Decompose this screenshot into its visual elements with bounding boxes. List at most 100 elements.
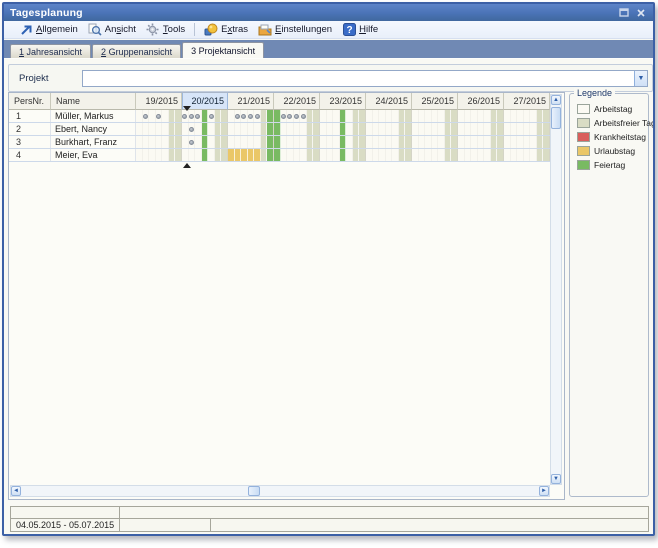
day-cell-work[interactable] <box>366 123 373 135</box>
day-cell-work[interactable] <box>143 123 150 135</box>
day-cell-free[interactable] <box>543 149 549 161</box>
vertical-scroll-thumb[interactable] <box>551 107 561 129</box>
day-cell-work[interactable] <box>287 136 294 148</box>
day-cell-work[interactable] <box>136 136 143 148</box>
menu-item-hilfe[interactable]: ?Hilfe <box>337 22 383 37</box>
day-cell-work[interactable] <box>208 110 215 122</box>
day-cell-free[interactable] <box>221 149 227 161</box>
day-cell-work[interactable] <box>248 123 255 135</box>
day-cell-free[interactable] <box>445 123 452 135</box>
day-cell-work[interactable] <box>189 110 196 122</box>
day-cell-free[interactable] <box>215 136 222 148</box>
day-cell-free[interactable] <box>451 110 457 122</box>
day-cell-free[interactable] <box>175 123 181 135</box>
day-cell-work[interactable] <box>478 123 485 135</box>
day-cell-holiday[interactable] <box>267 149 273 161</box>
day-cell-work[interactable] <box>504 123 511 135</box>
day-cell-free[interactable] <box>175 110 181 122</box>
day-cell-free[interactable] <box>221 123 227 135</box>
titlebar[interactable]: Tagesplanung <box>4 4 653 21</box>
day-cell-free[interactable] <box>451 149 457 161</box>
day-cell-work[interactable] <box>195 123 202 135</box>
day-cell-free[interactable] <box>497 110 503 122</box>
week-header-25-2015[interactable]: 25/2015 <box>412 93 458 110</box>
week-header-19-2015[interactable]: 19/2015 <box>136 93 182 110</box>
day-cell-work[interactable] <box>511 149 518 161</box>
day-cell-work[interactable] <box>248 136 255 148</box>
day-cell-work[interactable] <box>530 123 537 135</box>
project-dropdown-button[interactable]: ▼ <box>634 71 647 86</box>
day-cell-free[interactable] <box>537 136 544 148</box>
day-cell-work[interactable] <box>162 149 169 161</box>
scroll-down-button[interactable]: ▼ <box>551 474 561 484</box>
day-cell-work[interactable] <box>530 110 537 122</box>
table-row[interactable]: 1Müller, Markus <box>9 110 550 123</box>
day-cell-work[interactable] <box>149 149 156 161</box>
week-header-21-2015[interactable]: 21/2015 <box>228 93 274 110</box>
day-cell-free[interactable] <box>353 149 360 161</box>
day-cell-free[interactable] <box>497 123 503 135</box>
week-header-24-2015[interactable]: 24/2015 <box>366 93 412 110</box>
day-cell-work[interactable] <box>419 136 426 148</box>
day-cell-free[interactable] <box>359 136 365 148</box>
day-cell-work[interactable] <box>373 123 380 135</box>
day-cell-work[interactable] <box>412 149 419 161</box>
day-cell-holiday[interactable] <box>340 149 347 161</box>
day-cell-work[interactable] <box>162 123 169 135</box>
scroll-right-button[interactable]: ► <box>539 486 549 496</box>
day-cell-work[interactable] <box>189 136 196 148</box>
day-cell-free[interactable] <box>497 149 503 161</box>
tab-gruppenansicht[interactable]: 2 Gruppenansicht <box>92 44 181 58</box>
horizontal-scrollbar[interactable]: ◄ ► <box>10 485 550 497</box>
day-cell-free[interactable] <box>169 149 176 161</box>
day-cell-work[interactable] <box>333 136 340 148</box>
maximize-button[interactable] <box>618 7 630 18</box>
day-cell-holiday[interactable] <box>267 123 273 135</box>
day-cell-work[interactable] <box>162 110 169 122</box>
menu-item-tools[interactable]: Tools <box>141 22 190 37</box>
day-cell-work[interactable] <box>182 123 189 135</box>
day-cell-work[interactable] <box>438 110 445 122</box>
week-header-26-2015[interactable]: 26/2015 <box>458 93 504 110</box>
day-cell-work[interactable] <box>136 149 143 161</box>
day-cell-work[interactable] <box>136 123 143 135</box>
day-cell-work[interactable] <box>366 149 373 161</box>
day-cell-free[interactable] <box>491 149 498 161</box>
day-cell-work[interactable] <box>511 136 518 148</box>
day-cell-work[interactable] <box>143 136 150 148</box>
day-cell-work[interactable] <box>471 123 478 135</box>
day-cell-free[interactable] <box>445 149 452 161</box>
day-cell-free[interactable] <box>405 136 411 148</box>
table-row[interactable]: 3Burkhart, Franz <box>9 136 550 149</box>
day-cell-work[interactable] <box>195 149 202 161</box>
day-cell-work[interactable] <box>149 123 156 135</box>
vertical-scrollbar[interactable]: ▲ ▼ <box>550 94 562 485</box>
day-cell-work[interactable] <box>458 149 465 161</box>
day-cell-work[interactable] <box>386 136 393 148</box>
table-row[interactable]: 2Ebert, Nancy <box>9 123 550 136</box>
day-cell-work[interactable] <box>458 136 465 148</box>
day-cell-free[interactable] <box>221 136 227 148</box>
day-cell-free[interactable] <box>543 136 549 148</box>
day-cell-free[interactable] <box>307 136 314 148</box>
day-cell-work[interactable] <box>320 110 327 122</box>
menu-item-allgemein[interactable]: Allgemein <box>14 22 83 37</box>
day-cell-work[interactable] <box>327 110 334 122</box>
day-cell-work[interactable] <box>511 110 518 122</box>
day-cell-free[interactable] <box>313 110 319 122</box>
day-cell-work[interactable] <box>524 149 531 161</box>
day-cell-free[interactable] <box>215 123 222 135</box>
day-cell-work[interactable] <box>235 110 242 122</box>
day-cell-work[interactable] <box>419 110 426 122</box>
day-cell-work[interactable] <box>300 123 307 135</box>
day-cell-work[interactable] <box>471 110 478 122</box>
day-cell-holiday[interactable] <box>274 136 281 148</box>
day-cell-work[interactable] <box>524 136 531 148</box>
day-cell-work[interactable] <box>412 110 419 122</box>
day-cell-work[interactable] <box>379 149 386 161</box>
day-cell-work[interactable] <box>517 123 524 135</box>
day-cell-work[interactable] <box>517 136 524 148</box>
day-cell-work[interactable] <box>136 110 143 122</box>
day-cell-free[interactable] <box>307 110 314 122</box>
day-cell-work[interactable] <box>254 136 261 148</box>
